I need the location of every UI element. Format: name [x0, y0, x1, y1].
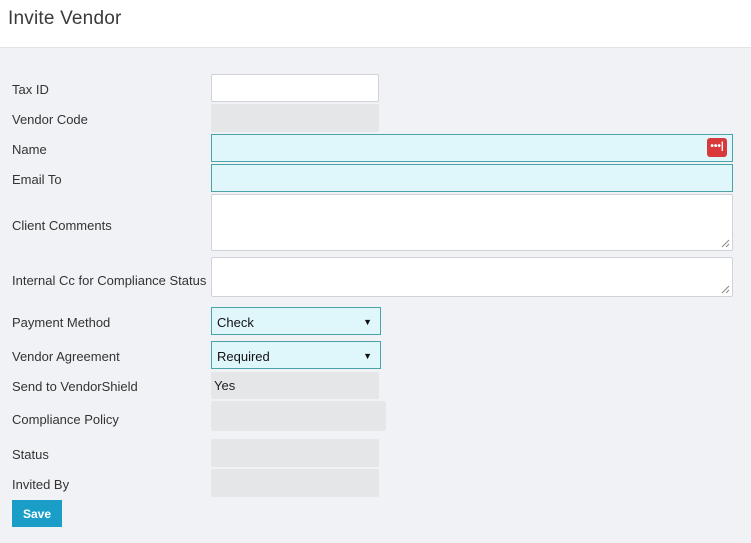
dropdown-arrow-icon: ▼	[363, 351, 372, 361]
save-button[interactable]: Save	[12, 500, 62, 527]
status-field	[211, 439, 379, 467]
send-to-vendorshield-field: Yes	[211, 372, 379, 399]
tax-id-input[interactable]	[211, 74, 379, 102]
invited-by-label: Invited By	[12, 477, 70, 492]
compliance-policy-label: Compliance Policy	[12, 412, 119, 427]
page-title: Invite Vendor	[8, 8, 122, 29]
vendor-code-label: Vendor Code	[12, 112, 88, 127]
client-comments-label: Client Comments	[12, 218, 112, 233]
payment-method-label: Payment Method	[12, 315, 111, 330]
email-to-label: Email To	[12, 172, 62, 187]
name-label: Name	[12, 142, 47, 157]
payment-method-value: Check	[217, 315, 254, 330]
resize-grip-icon[interactable]	[721, 239, 730, 248]
status-label: Status	[12, 447, 49, 462]
resize-grip-icon[interactable]	[721, 285, 730, 294]
vendor-code-field	[211, 104, 379, 132]
page-header: Invite Vendor	[0, 0, 751, 48]
dropdown-arrow-icon: ▼	[363, 317, 372, 327]
email-to-input[interactable]	[211, 164, 733, 192]
compliance-policy-field	[211, 401, 386, 431]
client-comments-textarea[interactable]	[211, 194, 733, 251]
password-manager-icon[interactable]: •••|	[707, 138, 727, 157]
send-to-vendorshield-label: Send to VendorShield	[12, 379, 138, 394]
payment-method-select[interactable]: Check ▼	[211, 307, 381, 335]
internal-cc-textarea[interactable]	[211, 257, 733, 297]
tax-id-label: Tax ID	[12, 82, 49, 97]
vendor-agreement-label: Vendor Agreement	[12, 349, 120, 364]
internal-cc-label: Internal Cc for Compliance Status	[12, 273, 207, 288]
name-input[interactable]: •••|	[211, 134, 733, 162]
invited-by-field	[211, 469, 379, 497]
vendor-agreement-value: Required	[217, 349, 270, 364]
vendor-agreement-select[interactable]: Required ▼	[211, 341, 381, 369]
